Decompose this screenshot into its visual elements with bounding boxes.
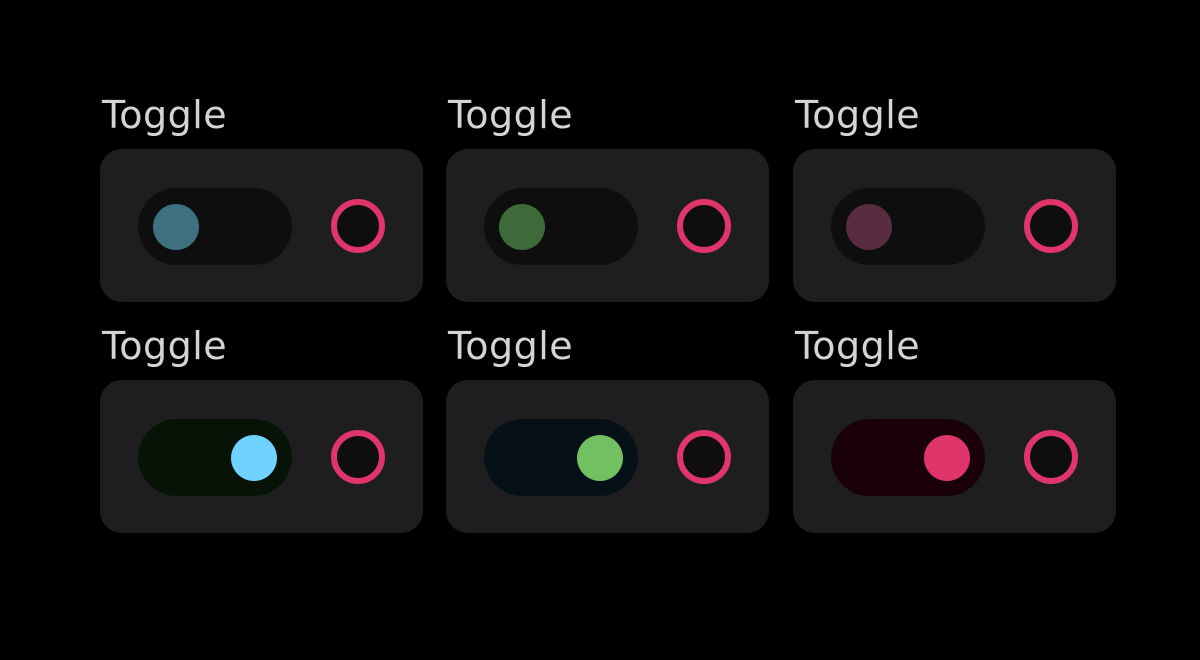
radio-indicator[interactable] <box>677 430 731 484</box>
toggle-label: Toggle <box>448 324 574 368</box>
radio-indicator[interactable] <box>1024 199 1078 253</box>
toggle-label: Toggle <box>795 93 921 137</box>
toggle-switch[interactable] <box>138 188 292 265</box>
toggle-knob <box>499 203 545 250</box>
toggle-label: Toggle <box>102 324 228 368</box>
toggle-card <box>100 149 423 302</box>
radio-indicator[interactable] <box>331 430 385 484</box>
toggle-card <box>446 149 769 302</box>
toggle-switch[interactable] <box>484 188 638 265</box>
toggle-knob <box>231 434 277 481</box>
toggle-switch[interactable] <box>831 188 985 265</box>
toggle-switch[interactable] <box>138 419 292 496</box>
radio-indicator[interactable] <box>331 199 385 253</box>
toggle-knob <box>924 434 970 481</box>
toggle-card <box>100 380 423 533</box>
toggle-label: Toggle <box>795 324 921 368</box>
toggle-label: Toggle <box>448 93 574 137</box>
toggle-card <box>793 149 1116 302</box>
toggle-knob <box>846 203 892 250</box>
toggle-switch[interactable] <box>831 419 985 496</box>
toggle-knob <box>153 203 199 250</box>
toggle-switch[interactable] <box>484 419 638 496</box>
radio-indicator[interactable] <box>1024 430 1078 484</box>
toggle-card <box>793 380 1116 533</box>
toggle-label: Toggle <box>102 93 228 137</box>
radio-indicator[interactable] <box>677 199 731 253</box>
toggle-card <box>446 380 769 533</box>
toggle-knob <box>577 434 623 481</box>
